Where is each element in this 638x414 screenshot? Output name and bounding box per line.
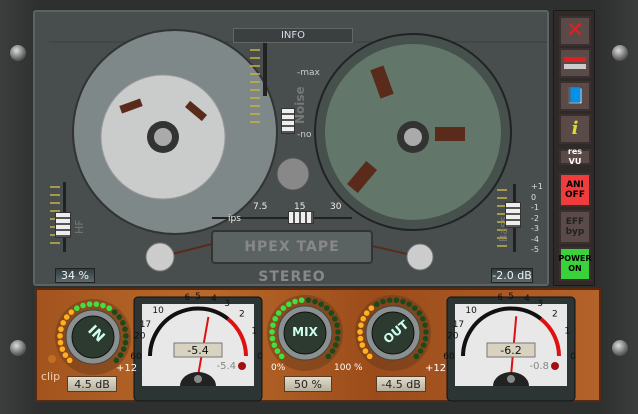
bars-icon xyxy=(564,57,586,69)
rack-screw xyxy=(10,45,26,61)
speed-slider-handle[interactable] xyxy=(288,211,314,224)
x-icon: ✕ xyxy=(565,18,585,43)
bass-tick: -4 xyxy=(531,234,539,244)
noise-max-label: -max xyxy=(297,68,320,78)
out-gain-display: -4.5 dB xyxy=(376,376,426,392)
rack-screw xyxy=(612,45,628,61)
ani-toggle-button[interactable]: ANI OFF xyxy=(559,173,591,207)
hf-slider-handle[interactable] xyxy=(55,212,71,238)
close-button[interactable]: ✕ xyxy=(559,16,591,46)
mix-knob-label: MIX xyxy=(292,325,318,339)
bass-slider-handle[interactable] xyxy=(505,202,521,228)
eff-state: byp xyxy=(565,227,585,237)
bass-tick: 0 xyxy=(531,192,537,202)
bass-scale: +1 0 -1 -2 -3 -4 -5 xyxy=(531,182,543,256)
effect-bypass-button[interactable]: EFF byp xyxy=(559,210,591,244)
tape-deck-panel: INFO -max -no Noise 7.5 15 30 ips HPEX T… xyxy=(33,10,549,286)
bass-tick: +1 xyxy=(531,182,543,191)
power-label: POWER xyxy=(558,254,592,263)
clip-led xyxy=(48,355,56,363)
i-icon: i xyxy=(571,118,579,139)
rack-screw xyxy=(612,340,628,356)
power-button[interactable]: POWER ON xyxy=(558,247,592,281)
bass-tick: -5 xyxy=(531,245,539,254)
rack-screw xyxy=(10,340,26,356)
capstan xyxy=(276,157,310,191)
tape-guide-roller xyxy=(406,243,434,271)
mix-max-label: 100 % xyxy=(334,363,363,373)
mix-display: 50 % xyxy=(284,376,332,392)
noise-min-label: -no xyxy=(297,130,312,140)
side-button-column: ✕ 📘 i res VU ANI OFF EFF byp POWER ON xyxy=(553,10,595,286)
bass-tick: -1 xyxy=(531,203,539,212)
noise-label: Noise xyxy=(293,86,307,124)
brand-plate: HPEX TAPE STEREO xyxy=(211,230,373,285)
about-button[interactable]: i xyxy=(559,114,591,144)
eff-label: EFF xyxy=(565,217,585,227)
bass-value-display: -2.0 dB xyxy=(491,268,533,283)
ani-state: OFF xyxy=(565,190,585,200)
clip-label: clip xyxy=(41,370,61,383)
ani-label: ANI xyxy=(566,180,584,190)
res-vu-button[interactable]: res VU xyxy=(559,147,591,166)
mix-min-label: 0% xyxy=(271,363,286,373)
minimize-button[interactable] xyxy=(559,48,591,78)
out-max-label: +12 xyxy=(425,363,447,374)
noise-slider-handle[interactable] xyxy=(281,108,295,134)
tape-guide-roller xyxy=(145,242,175,272)
in-gain-display: 4.5 dB xyxy=(67,376,117,392)
speed-unit-label: ips xyxy=(228,214,241,224)
speed-option: 7.5 xyxy=(253,202,268,212)
power-state: ON xyxy=(568,264,582,273)
bass-tick: -2 xyxy=(531,213,539,223)
info-display[interactable]: INFO xyxy=(233,28,353,43)
hf-value-display: 34 % xyxy=(55,268,95,283)
in-max-label: +12 xyxy=(116,363,138,374)
speed-option: 30 xyxy=(330,202,342,212)
hf-label: HF xyxy=(73,219,86,234)
book-icon: 📘 xyxy=(565,86,585,105)
bass-tick: -3 xyxy=(531,224,539,233)
manual-button[interactable]: 📘 xyxy=(559,81,591,111)
